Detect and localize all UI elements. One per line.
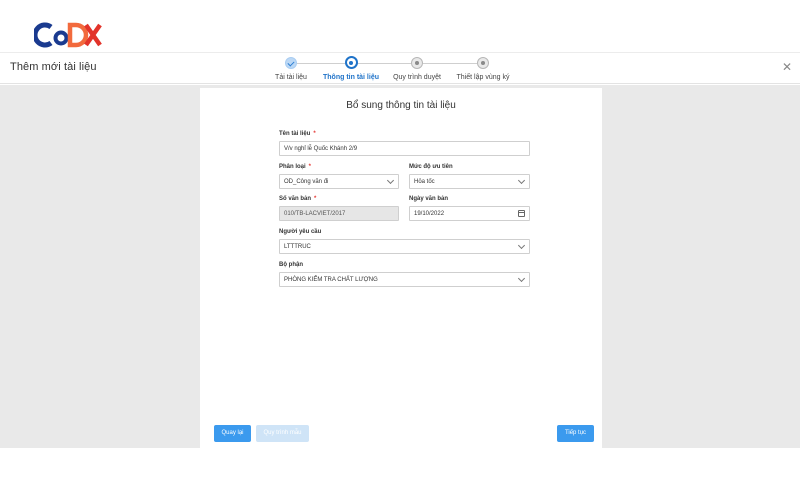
doc-number-input: 010/TB-LACVIET/2017 bbox=[279, 206, 399, 221]
department-label-text: Bộ phận bbox=[279, 262, 303, 268]
close-icon[interactable]: ✕ bbox=[782, 60, 792, 74]
chevron-down-icon bbox=[517, 274, 526, 283]
category-value: OD_Công văn đi bbox=[284, 179, 329, 185]
template-flow-button[interactable]: Quy trình mẫu bbox=[256, 425, 309, 442]
step-signature-area[interactable]: Thiết lập vùng ký bbox=[438, 55, 528, 81]
date-input[interactable]: 19/10/2022 bbox=[409, 206, 530, 221]
step-label: Thiết lập vùng ký bbox=[456, 74, 510, 81]
document-name-input[interactable]: V/v nghỉ lễ Quốc Khánh 2/9 bbox=[279, 141, 530, 156]
category-label-text: Phân loại bbox=[279, 164, 306, 170]
step-check-icon bbox=[285, 57, 297, 69]
date-value: 19/10/2022 bbox=[414, 211, 445, 217]
category-label: Phân loại * bbox=[279, 164, 311, 170]
priority-select[interactable]: Hỏa tốc bbox=[409, 174, 530, 189]
department-select[interactable]: PHÒNG KIỂM TRA CHẤT LƯỢNG bbox=[279, 272, 530, 287]
requester-value: LTTTRUC bbox=[284, 244, 311, 250]
priority-label-text: Mức độ ưu tiên bbox=[409, 164, 453, 170]
document-name-value: V/v nghỉ lễ Quốc Khánh 2/9 bbox=[284, 146, 358, 152]
priority-value: Hỏa tốc bbox=[414, 179, 435, 185]
required-mark: * bbox=[308, 164, 312, 170]
back-button[interactable]: Quay lại bbox=[214, 425, 251, 442]
required-mark: * bbox=[314, 196, 317, 202]
date-label-text: Ngày văn bản bbox=[409, 196, 449, 202]
next-button[interactable]: Tiếp tục bbox=[557, 425, 594, 442]
step-pending-icon bbox=[411, 57, 423, 69]
requester-select[interactable]: LTTTRUC bbox=[279, 239, 530, 254]
requester-label: Người yêu cầu bbox=[279, 229, 321, 235]
chevron-down-icon bbox=[517, 241, 526, 250]
codx-logo bbox=[34, 20, 102, 50]
step-active-icon bbox=[344, 56, 358, 69]
required-mark: * bbox=[313, 131, 316, 137]
category-select[interactable]: OD_Công văn đi bbox=[279, 174, 399, 189]
wizard-stepper: Tải tài liệu Thông tin tài liệu Quy trìn… bbox=[0, 55, 800, 85]
form-title: Bổ sung thông tin tài liệu bbox=[346, 100, 456, 111]
logo-bar bbox=[0, 0, 800, 52]
wizard-header: Thêm mới tài liệu Tải tài liệu Thông tin… bbox=[0, 52, 800, 84]
chevron-down-icon bbox=[386, 176, 395, 185]
date-label: Ngày văn bản bbox=[409, 196, 448, 202]
calendar-icon[interactable] bbox=[518, 210, 525, 217]
chevron-down-icon bbox=[517, 176, 526, 185]
step-pending-icon bbox=[477, 57, 489, 69]
doc-number-label: Số văn bản * bbox=[279, 196, 316, 202]
form-card: Bổ sung thông tin tài liệu Tên tài liệu *… bbox=[200, 88, 602, 448]
priority-label: Mức độ ưu tiên bbox=[409, 164, 453, 170]
document-name-label-text: Tên tài liệu bbox=[279, 131, 311, 137]
requester-label-text: Người yêu cầu bbox=[279, 229, 322, 235]
codx-logo-image bbox=[34, 22, 102, 48]
doc-number-value: 010/TB-LACVIET/2017 bbox=[284, 211, 346, 217]
document-name-label: Tên tài liệu * bbox=[279, 131, 316, 137]
department-value: PHÒNG KIỂM TRA CHẤT LƯỢNG bbox=[284, 277, 378, 283]
department-label: Bộ phận bbox=[279, 262, 303, 268]
doc-number-label-text: Số văn bản bbox=[279, 196, 312, 202]
